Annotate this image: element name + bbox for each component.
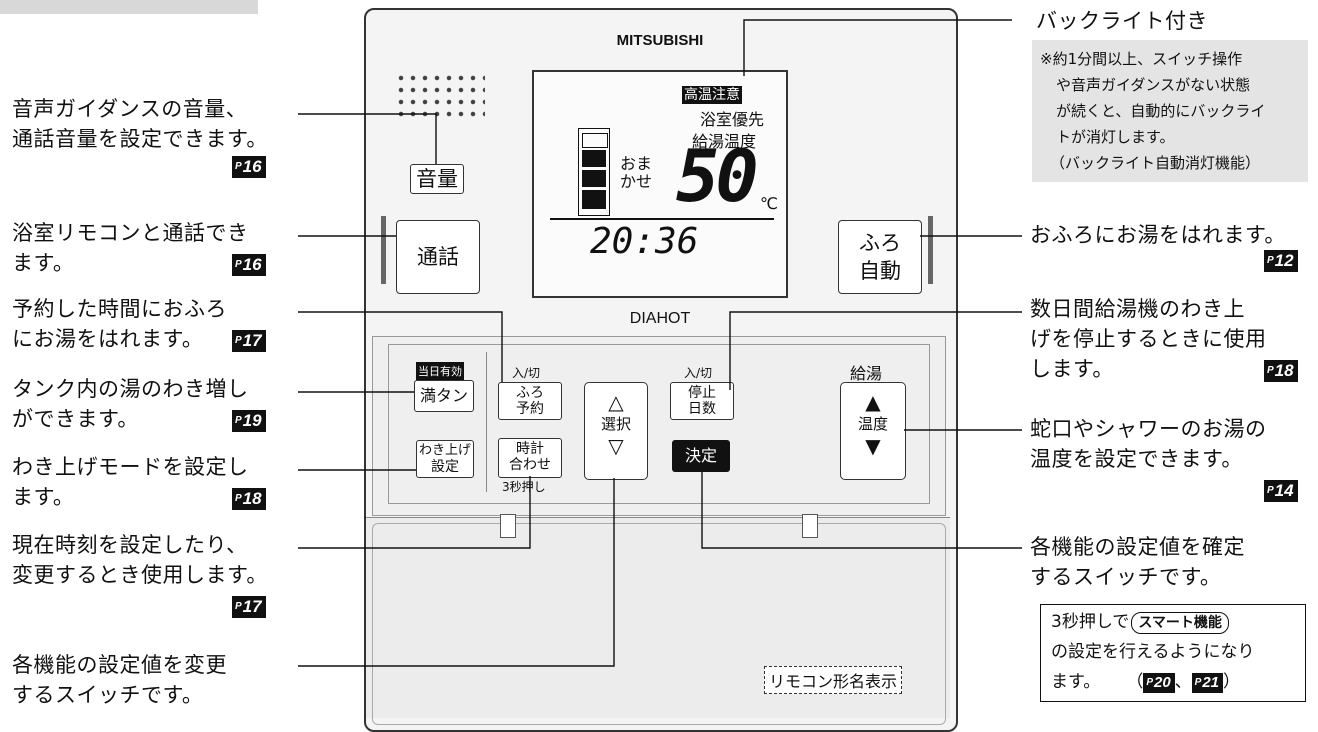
annotation-fulltank-1: タンク内の湯のわき増し [12,377,249,401]
page-ref-19: P19 [232,410,266,432]
smart-line-2: の設定を行えるようになり [1051,642,1255,662]
annotation-bath: おふろにお湯をはれます。 [1030,223,1286,247]
page-ref-14: P14 [1264,480,1298,502]
smart-function-box: 3秒押しで スマート機能 の設定を行えるようになり ます。（P20、 P21） [1040,604,1306,702]
smart-line-1: 3秒押しで スマート機能 [1051,607,1305,637]
page-ref-18a: P18 [232,488,266,510]
page-ref-16a: P16 [232,156,266,178]
annotation-fulltank-2: ができます。 [12,407,139,431]
page-ref-18b: P18 [1264,360,1298,382]
annotation-boil-1: わき上げモードを設定し [12,455,249,479]
smart-line-3: ます。（P20、 P21） [1051,672,1241,693]
page-ref-17a: P17 [232,330,266,352]
annotation-backlight-title: バックライト付き [1036,9,1208,33]
page-ref-16b: P16 [232,254,266,276]
annotation-stop-3: します。 [1030,357,1114,381]
page-ref-17b: P17 [232,596,266,618]
backlight-note-5: （バックライト自動消灯機能） [1050,154,1261,172]
annotation-select-1: 各機能の設定値を変更 [12,653,227,677]
annotation-stop-1: 数日間給湯機のわき上 [1030,297,1245,321]
annotation-temp-1: 蛇口やシャワーのお湯の [1030,417,1267,441]
annotation-confirm-1: 各機能の設定値を確定 [1030,535,1245,559]
annotation-select-2: するスイッチです。 [12,683,204,707]
annotation-talk-2: ます。 [12,251,75,275]
backlight-note-2: や音声ガイダンスがない状態 [1056,76,1251,94]
page-ref-21: P21 [1191,673,1224,693]
annotation-reserve-1: 予約した時間におふろ [12,297,227,321]
annotation-confirm-2: するスイッチです。 [1030,565,1222,589]
annotation-boil-2: ます。 [12,485,75,509]
backlight-note-1: ※約1分間以上、スイッチ操作 [1040,50,1243,68]
annotation-stop-2: げを停止するときに使用 [1030,327,1267,351]
annotation-talk-1: 浴室リモコンと通話でき [12,221,249,245]
backlight-note-3: が続くと、自動的にバックライ [1056,102,1266,120]
page-ref-20: P20 [1143,673,1175,693]
annotation-reserve-2: にお湯をはれます。 [12,327,204,351]
page-ref-12: P12 [1264,250,1298,272]
annotation-volume-1: 音声ガイダンスの音量、 [12,97,248,121]
smart-function-tag: スマート機能 [1131,612,1229,634]
annotation-temp-2: 温度を設定できます。 [1030,447,1243,471]
annotation-clock-1: 現在時刻を設定したり、 [12,533,248,557]
backlight-note-4: トが消灯します。 [1056,128,1175,146]
annotation-clock-2: 変更するとき使用します。 [12,563,268,587]
annotation-volume-2: 通話音量を設定できます。 [12,127,268,151]
